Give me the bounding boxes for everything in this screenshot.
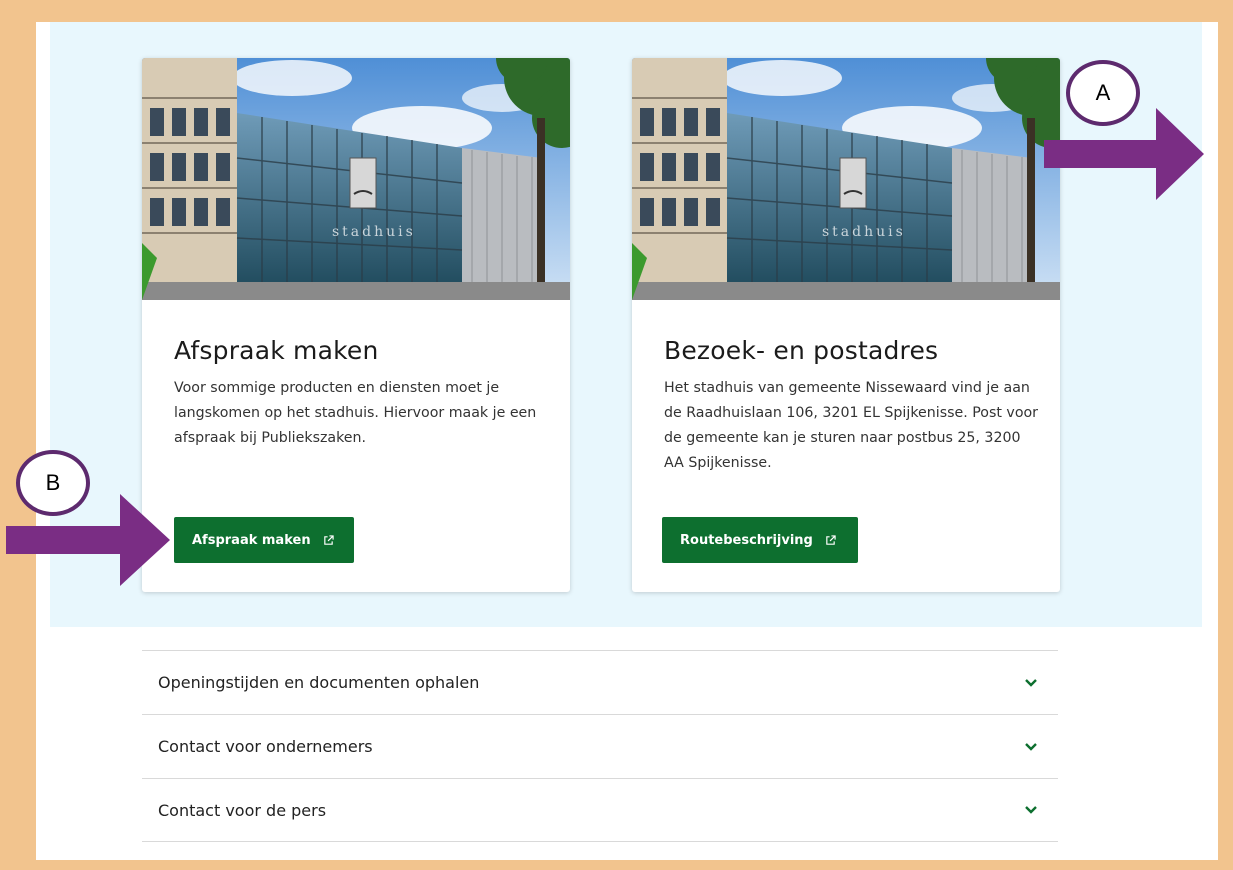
button-label: Routebeschrijving [680,532,813,548]
make-appointment-button[interactable]: Afspraak maken [174,517,354,563]
annotation-a-arrow-icon [1044,108,1204,200]
appointment-card: stadhuis Afspraak maken Voor sommige pro… [142,58,570,592]
accordion-label: Contact voor de pers [158,800,327,820]
city-hall-photo: stadhuis [632,58,1060,300]
external-link-icon [826,534,836,545]
external-link-icon [323,534,334,545]
contact-accordion: Openingstijden en documenten ophalen Con… [142,650,1058,842]
annotation-b-arrow-icon [6,494,170,586]
chevron-down-icon [1025,678,1037,687]
chevron-down-icon [1025,742,1037,751]
page-content: stadhuis Afspraak maken Voor sommige pro… [50,22,1202,860]
city-hall-photo: stadhuis [142,58,570,300]
card-description: Het stadhuis van gemeente Nissewaard vin… [664,380,1039,471]
route-description-button[interactable]: Routebeschrijving [662,517,858,563]
annotation-a-label: A [1095,80,1111,105]
card-title: Afspraak maken [174,336,379,365]
card-description: Voor sommige producten en diensten moet … [174,380,537,446]
svg-text:stadhuis: stadhuis [822,224,906,240]
button-label: Afspraak maken [192,532,311,548]
accordion-item-opening-hours[interactable]: Openingstijden en documenten ophalen [142,650,1058,714]
accordion-label: Openingstijden en documenten ophalen [158,673,480,692]
card-title: Bezoek- en postadres [664,336,939,365]
accordion-label: Contact voor ondernemers [158,737,373,756]
chevron-down-icon [1025,806,1037,814]
accordion-item-entrepreneurs[interactable]: Contact voor ondernemers [142,714,1058,778]
accordion-item-press[interactable]: Contact voor de pers [142,778,1058,842]
address-card: stadhuis Bezoek- en postadres Het stadhu… [632,58,1060,592]
svg-text:stadhuis: stadhuis [332,224,416,240]
